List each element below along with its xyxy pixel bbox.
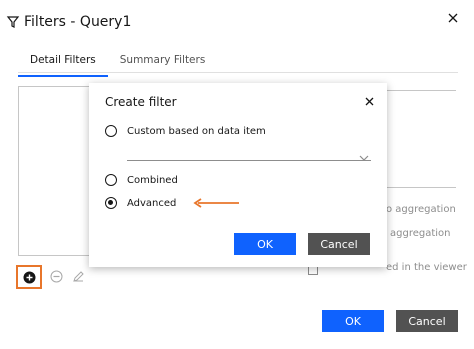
modal-cancel-button[interactable]: Cancel <box>308 233 370 255</box>
radio-advanced[interactable] <box>105 197 117 209</box>
filter-options-panel <box>386 90 456 188</box>
option-advanced[interactable]: Advanced <box>105 197 176 209</box>
option-combined-label: Combined <box>127 174 178 186</box>
tabs-divider <box>18 72 458 73</box>
add-filter-button[interactable] <box>16 265 42 289</box>
filter-list-panel[interactable] <box>18 86 96 256</box>
chevron-down-icon <box>359 147 369 161</box>
aggregation-option-2: aggregation <box>390 228 451 239</box>
aggregation-option-1: o aggregation <box>386 204 456 215</box>
viewer-option-label: ed in the viewer <box>386 262 467 273</box>
pencil-icon[interactable] <box>72 270 86 284</box>
dialog-title: Filters - Query1 <box>24 14 132 30</box>
modal-ok-button[interactable]: OK <box>234 233 296 255</box>
create-filter-modal: Create filter Custom based on data item … <box>89 83 387 267</box>
add-circle-icon <box>23 271 36 284</box>
filter-icon <box>6 15 20 29</box>
filter-toolbar <box>16 265 86 289</box>
option-custom-data-item[interactable]: Custom based on data item <box>105 125 266 137</box>
dialog-title-bar: Filters - Query1 <box>6 14 131 30</box>
cancel-button[interactable]: Cancel <box>396 310 458 332</box>
close-icon[interactable] <box>364 92 375 106</box>
modal-title: Create filter <box>105 95 177 109</box>
ok-button[interactable]: OK <box>322 310 384 332</box>
option-custom-label: Custom based on data item <box>127 125 266 137</box>
option-advanced-label: Advanced <box>127 197 177 209</box>
radio-custom[interactable] <box>105 125 117 137</box>
option-combined[interactable]: Combined <box>105 174 178 186</box>
remove-circle-icon[interactable] <box>50 270 64 284</box>
close-icon[interactable] <box>446 10 460 24</box>
radio-combined[interactable] <box>105 174 117 186</box>
arrow-left-icon <box>192 195 240 209</box>
data-item-select[interactable] <box>127 145 371 161</box>
